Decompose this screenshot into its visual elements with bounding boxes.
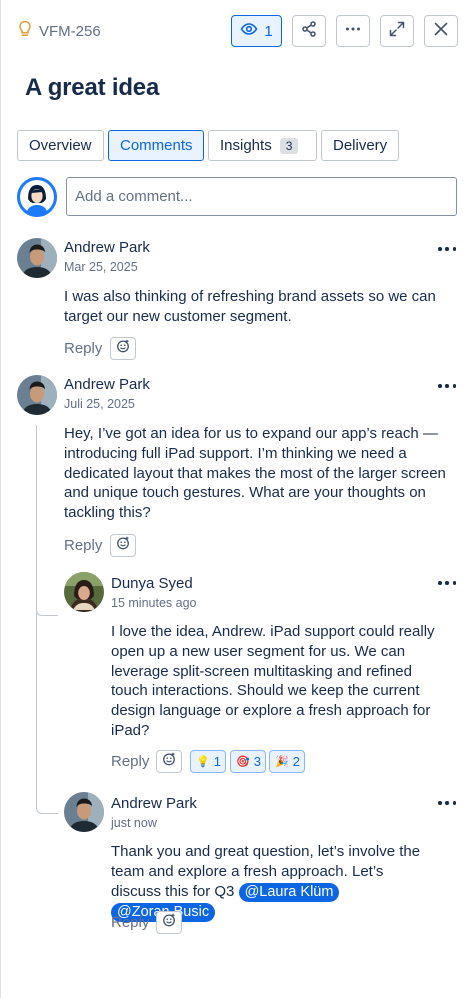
watch-count: 1 <box>264 22 273 40</box>
comment-body: Hey, I’ve got an idea for us to expand o… <box>64 425 446 522</box>
add-reaction-button[interactable] <box>110 534 136 557</box>
comment-more-icon[interactable] <box>438 576 456 590</box>
watch-button[interactable]: 1 <box>231 15 282 47</box>
reply-button[interactable]: Reply <box>111 914 149 931</box>
reaction-count: 3 <box>253 754 261 769</box>
tab-comments[interactable]: Comments <box>108 130 204 161</box>
panel-header: VFM-256 1 <box>17 14 458 48</box>
comments-panel: VFM-256 1 A great idea Overview Comments… <box>0 0 472 998</box>
close-icon <box>432 20 450 42</box>
reaction-count: 1 <box>213 754 221 769</box>
comment-body: I was also thinking of refreshing brand … <box>64 288 436 325</box>
comment-date: Juli 25, 2025 <box>64 397 135 411</box>
issue-key[interactable]: VFM-256 <box>17 20 101 42</box>
tab-label: Overview <box>29 137 92 154</box>
avatar[interactable] <box>64 572 104 612</box>
eye-icon <box>240 20 258 42</box>
thread-line <box>36 425 37 590</box>
comment-date: Mar 25, 2025 <box>64 260 138 274</box>
tab-label: Delivery <box>333 137 388 154</box>
tab-bar: Overview Comments Insights 3 Delivery <box>17 130 399 161</box>
emoji-icon <box>116 536 130 555</box>
share-button[interactable] <box>292 15 326 47</box>
lightbulb-icon <box>17 20 33 42</box>
avatar[interactable] <box>17 238 57 278</box>
add-reaction-button[interactable] <box>156 911 182 934</box>
page-title: A great idea <box>25 74 160 101</box>
tab-insights[interactable]: Insights 3 <box>208 130 317 161</box>
reply-button[interactable]: Reply <box>111 753 149 770</box>
current-user-avatar <box>17 177 57 217</box>
lightbulb-emoji: 💡 <box>196 756 210 768</box>
avatar[interactable] <box>64 792 104 832</box>
comment-body: I love the idea, Andrew. iPad support co… <box>111 623 435 739</box>
insights-count-badge: 3 <box>279 137 299 154</box>
reply-button[interactable]: Reply <box>64 537 102 554</box>
comment-input[interactable] <box>66 177 457 216</box>
more-actions-button[interactable] <box>336 15 370 47</box>
target-emoji: 🎯 <box>236 756 250 768</box>
reaction-count: 2 <box>292 754 300 769</box>
reply-button[interactable]: Reply <box>64 340 102 357</box>
emoji-icon <box>116 339 130 358</box>
avatar[interactable] <box>17 375 57 415</box>
add-reaction-button[interactable] <box>156 750 182 773</box>
thread-connector <box>36 790 58 814</box>
tab-delivery[interactable]: Delivery <box>321 130 399 161</box>
comment-author[interactable]: Dunya Syed <box>111 575 193 592</box>
add-reaction-button[interactable] <box>110 337 136 360</box>
tab-label: Insights <box>220 137 272 154</box>
tab-label: Comments <box>120 137 193 154</box>
comment-body: Thank you and great question, let’s invo… <box>111 842 431 922</box>
share-icon <box>300 20 318 42</box>
comment-author[interactable]: Andrew Park <box>64 376 150 393</box>
thread-connector <box>36 588 58 616</box>
expand-button[interactable] <box>380 15 414 47</box>
emoji-icon <box>162 913 176 932</box>
reaction-lightbulb[interactable]: 💡 1 <box>190 750 226 773</box>
comment-more-icon[interactable] <box>438 379 456 393</box>
close-button[interactable] <box>424 15 458 47</box>
thread-line <box>36 612 37 792</box>
comment-date: 15 minutes ago <box>111 596 197 610</box>
more-icon <box>344 20 362 42</box>
issue-key-label: VFM-256 <box>39 22 101 40</box>
comment-date: just now <box>111 816 157 830</box>
expand-icon <box>388 20 406 42</box>
mention-laura[interactable]: @Laura Klüm <box>238 882 340 902</box>
party-emoji: 🎉 <box>275 756 289 768</box>
emoji-icon <box>162 752 176 771</box>
comment-more-icon[interactable] <box>438 242 456 256</box>
reaction-target[interactable]: 🎯 3 <box>230 750 266 773</box>
comment-author[interactable]: Andrew Park <box>111 795 197 812</box>
reaction-party[interactable]: 🎉 2 <box>269 750 305 773</box>
comment-more-icon[interactable] <box>438 796 456 810</box>
tab-overview[interactable]: Overview <box>17 130 104 161</box>
comment-author[interactable]: Andrew Park <box>64 239 150 256</box>
